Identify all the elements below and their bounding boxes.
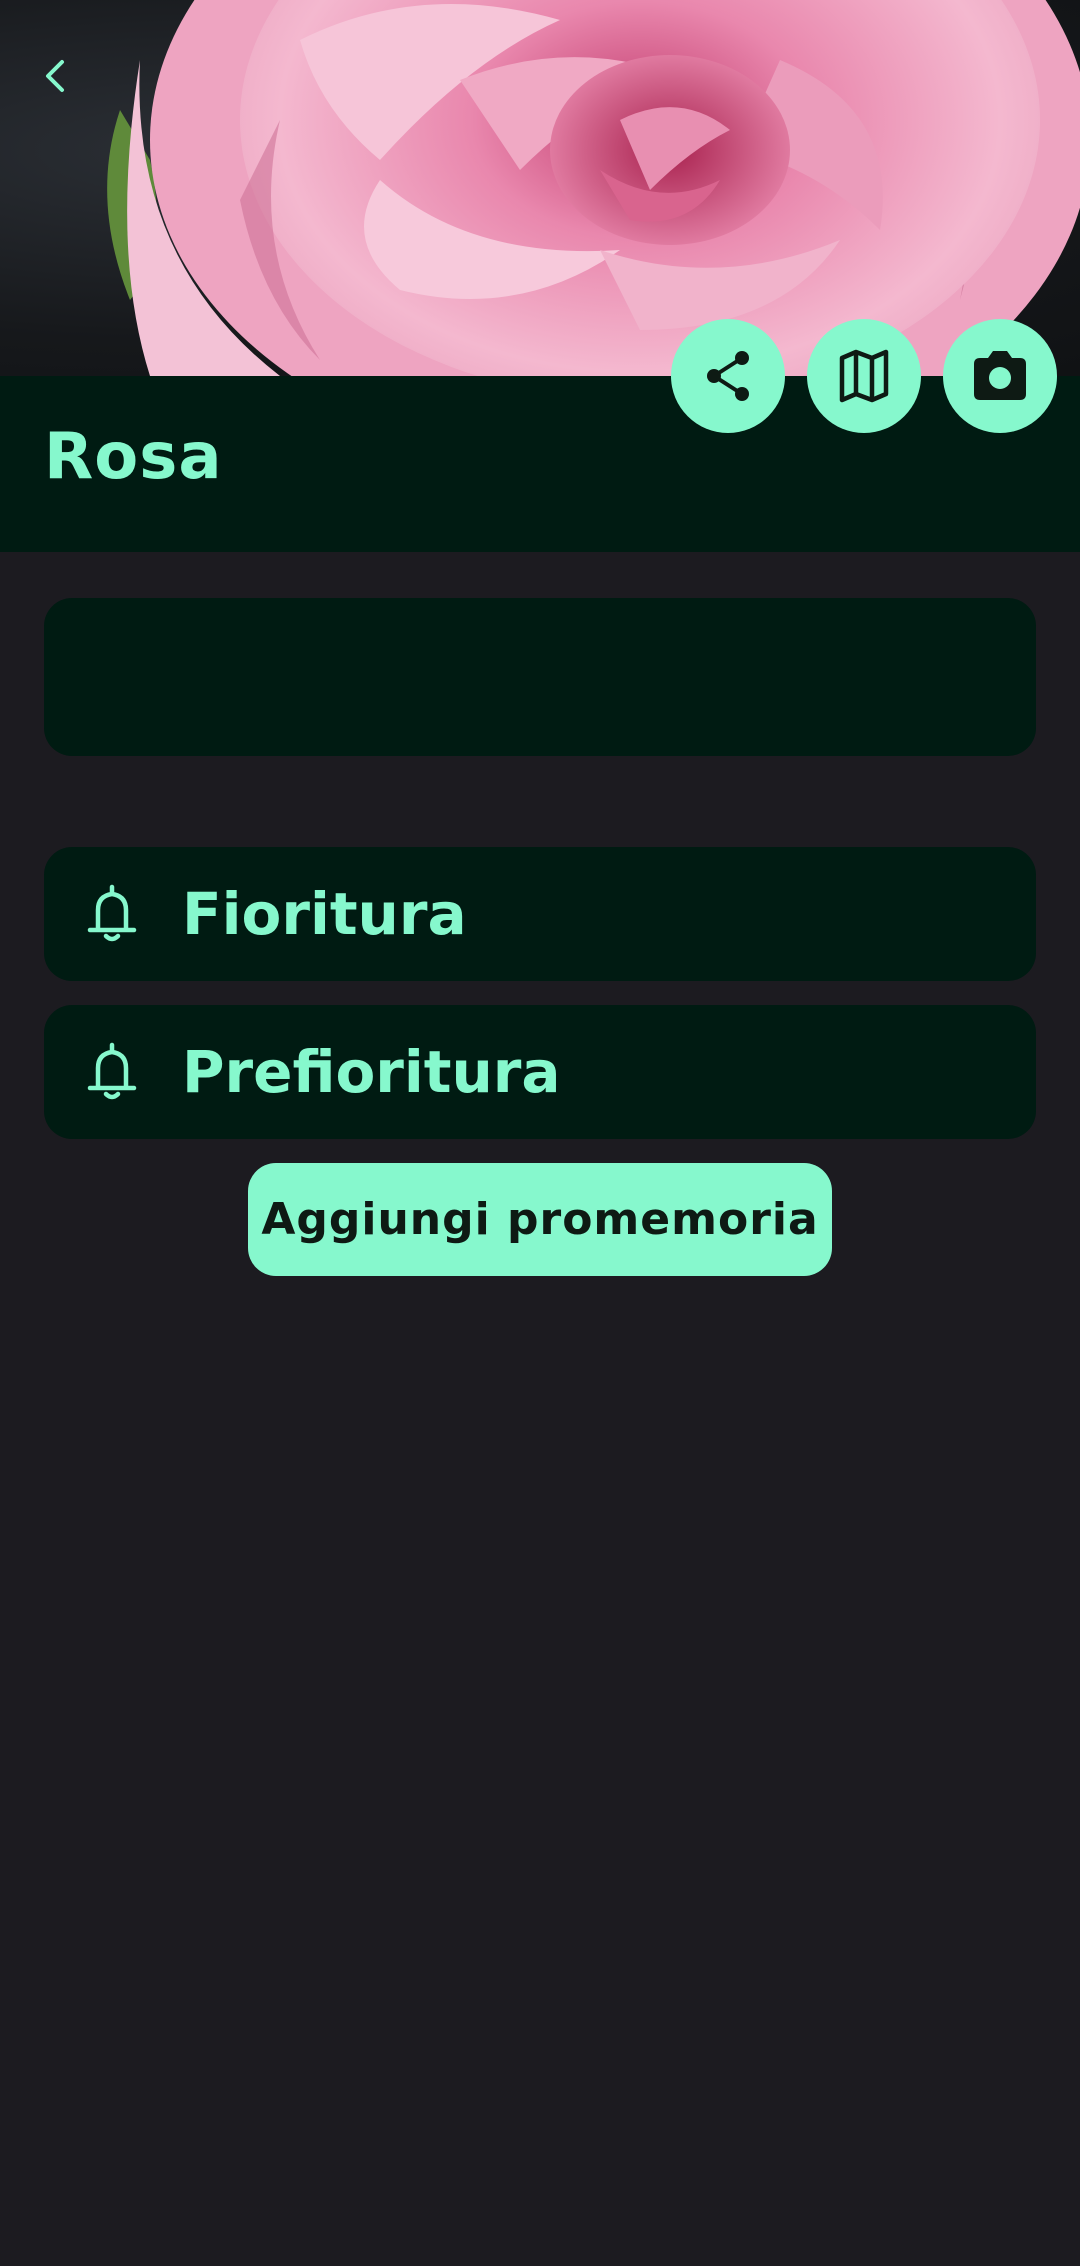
map-icon — [839, 349, 889, 403]
share-icon — [707, 351, 749, 401]
reminder-label: Fioritura — [182, 880, 467, 948]
rose-image — [107, 0, 1080, 376]
chevron-left-icon — [46, 60, 64, 92]
add-reminder-label: Aggiungi promemoria — [261, 1194, 819, 1245]
reminder-item-prefioritura[interactable]: Prefioritura — [44, 1005, 1036, 1139]
camera-icon — [974, 351, 1026, 400]
bell-icon — [80, 1040, 144, 1104]
add-reminder-button[interactable]: Aggiungi promemoria — [248, 1163, 832, 1276]
bell-icon — [80, 882, 144, 946]
plant-photo — [0, 0, 1080, 376]
back-button[interactable] — [36, 56, 100, 120]
plant-info-card — [44, 598, 1036, 756]
reminder-item-fioritura[interactable]: Fioritura — [44, 847, 1036, 981]
camera-button[interactable] — [943, 319, 1057, 433]
map-button[interactable] — [807, 319, 921, 433]
reminder-label: Prefioritura — [182, 1038, 561, 1106]
plant-detail-screen: Rosa Fioritura Prefioritura Aggiungi pro… — [0, 0, 1080, 2266]
page-title: Rosa — [44, 420, 223, 494]
share-button[interactable] — [671, 319, 785, 433]
